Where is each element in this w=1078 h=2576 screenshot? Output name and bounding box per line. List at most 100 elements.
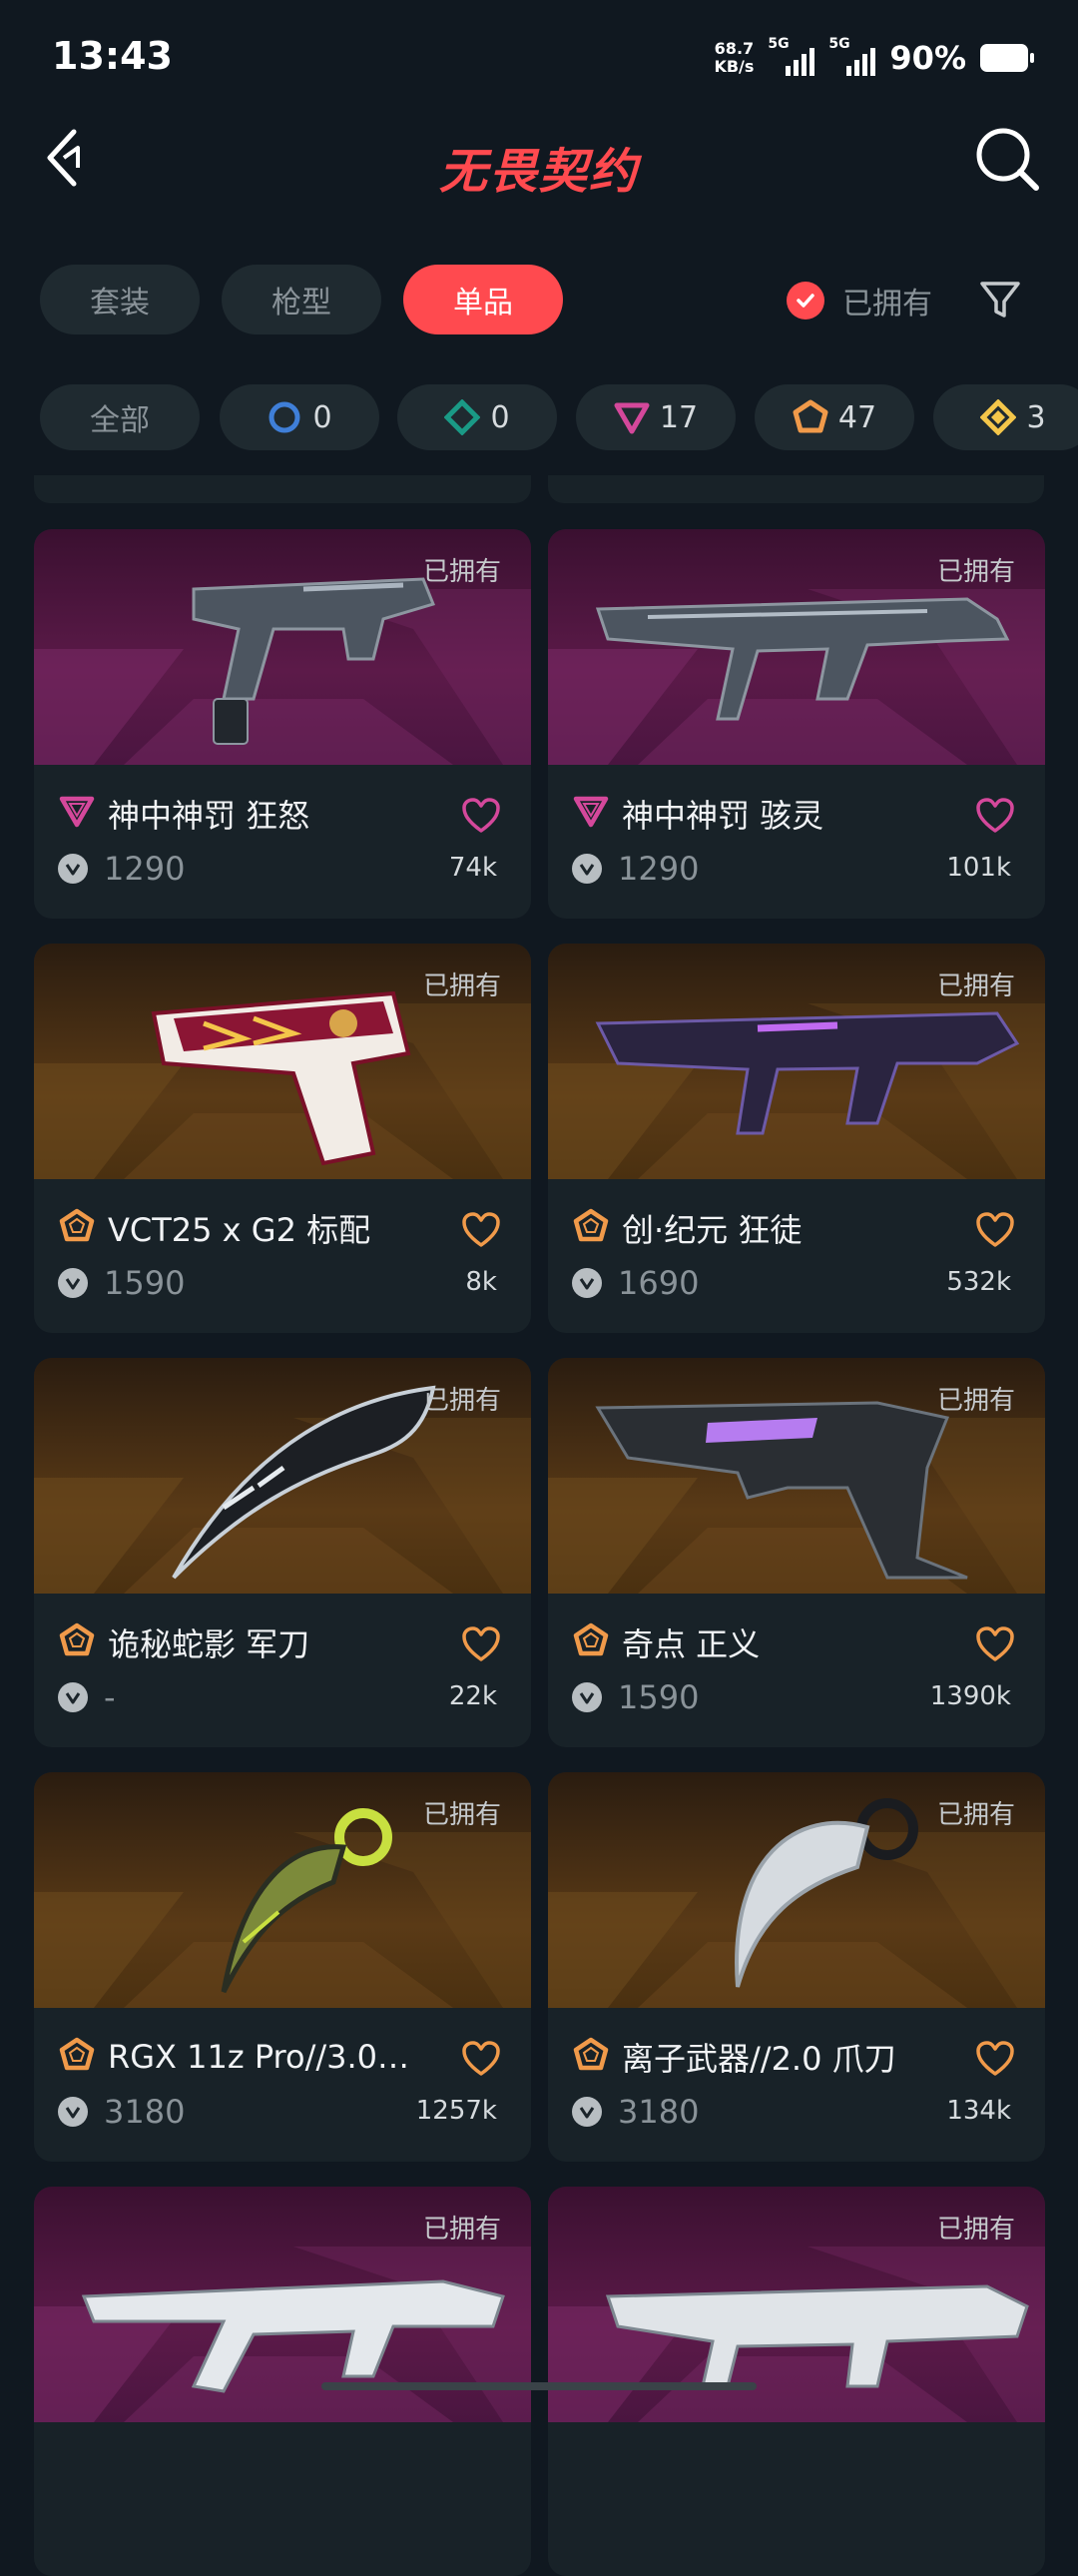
exclusive-tier-icon [58, 1621, 96, 1663]
item-price: 3180 [618, 2093, 700, 2131]
item-name-row: RGX 11z Pro//3.0… [58, 2034, 507, 2080]
chip-deluxe[interactable]: 0 [397, 384, 557, 450]
card-partial[interactable] [34, 475, 531, 503]
item-name: 神中神罚 骇灵 [622, 797, 824, 835]
item-name: VCT25 x G2 标配 [108, 1211, 371, 1249]
chip-exclusive[interactable]: 47 [755, 384, 914, 450]
tab-set[interactable]: 套装 [40, 265, 200, 334]
chip-premium[interactable]: 17 [576, 384, 736, 450]
item-artwork: 已拥有 [34, 529, 531, 765]
item-card[interactable]: 已拥有 神中神罚 狂怒 1290 74k [34, 529, 531, 919]
heart-icon[interactable] [975, 2040, 1015, 2078]
exclusive-tier-icon [793, 399, 828, 433]
like-count: 532k [946, 1267, 1011, 1297]
owned-badge: 已拥有 [422, 1386, 501, 1416]
owned-badge: 已拥有 [936, 2215, 1015, 2245]
like-count: 74k [448, 853, 497, 883]
owned-badge: 已拥有 [422, 2215, 501, 2245]
item-card[interactable]: 已拥有 诡秘蛇影 军刀 - 22k [34, 1358, 531, 1747]
owned-badge: 已拥有 [422, 557, 501, 587]
item-name: 离子武器//2.0 爪刀 [622, 2040, 896, 2078]
status-time: 13:43 [52, 34, 173, 78]
exclusive-tier-icon [572, 2036, 610, 2078]
item-name-row: 神中神罚 狂怒 [58, 791, 507, 837]
home-indicator[interactable] [321, 2382, 757, 2390]
owned-badge: 已拥有 [936, 1386, 1015, 1416]
item-card[interactable]: 已拥有 VCT25 x G2 标配 1590 8k [34, 944, 531, 1333]
exclusive-tier-icon [572, 1207, 610, 1249]
vp-currency-icon [58, 854, 88, 884]
item-card[interactable]: 已拥有 神中神罚 骇灵 1290 101k [548, 529, 1045, 919]
item-price-row: 3180 [572, 2092, 699, 2132]
item-card[interactable]: 已拥有 [34, 2187, 531, 2576]
item-price-row: - [58, 1677, 116, 1717]
category-tabs: 套装 枪型 单品 [40, 265, 563, 334]
item-card[interactable]: 已拥有 离子武器//2.0 爪刀 3180 134k [548, 1772, 1045, 2162]
tab-single-item[interactable]: 单品 [403, 265, 563, 334]
item-price: - [104, 1678, 116, 1716]
item-card[interactable]: 已拥有 [548, 2187, 1045, 2576]
status-bar: 13:43 68.7 KB/s 5G 5G 90% [0, 0, 1078, 110]
exclusive-tier-icon [572, 1621, 610, 1663]
vp-currency-icon [572, 854, 602, 884]
item-name: 神中神罚 狂怒 [108, 797, 310, 835]
vp-currency-icon [58, 1682, 88, 1712]
heart-icon[interactable] [461, 797, 501, 835]
item-price-row: 1290 [58, 849, 185, 889]
page-title: 无畏契约 [438, 144, 639, 200]
item-artwork: 已拥有 [548, 1358, 1045, 1594]
like-count: 22k [448, 1681, 497, 1711]
item-name-row: 创·纪元 狂徒 [572, 1205, 1021, 1251]
tab-weapon-type[interactable]: 枪型 [222, 265, 381, 334]
item-artwork: 已拥有 [548, 1772, 1045, 2008]
item-artwork: 已拥有 [548, 529, 1045, 765]
item-name: RGX 11z Pro//3.0… [108, 2038, 410, 2076]
chip-ultra[interactable]: 3 [933, 384, 1078, 450]
vp-currency-icon [572, 2097, 602, 2127]
heart-icon[interactable] [975, 1625, 1015, 1663]
vp-currency-icon [58, 1268, 88, 1298]
ultra-tier-icon [980, 399, 1017, 435]
heart-icon[interactable] [461, 1211, 501, 1249]
item-name-row: 神中神罚 骇灵 [572, 791, 1021, 837]
item-price: 1590 [104, 1264, 186, 1302]
item-price-row: 1590 [58, 1263, 185, 1303]
item-artwork: 已拥有 [34, 1772, 531, 2008]
item-price-row: 1690 [572, 1263, 699, 1303]
like-count: 101k [946, 853, 1011, 883]
item-artwork: 已拥有 [34, 1358, 531, 1594]
status-icons: 68.7 KB/s 5G 5G 90% [714, 36, 1034, 80]
item-name: 创·纪元 狂徒 [622, 1211, 803, 1249]
like-count: 1257k [415, 2096, 497, 2126]
item-card[interactable]: 已拥有 创·纪元 狂徒 1690 532k [548, 944, 1045, 1333]
heart-icon[interactable] [461, 2040, 501, 2078]
item-artwork: 已拥有 [548, 944, 1045, 1179]
owned-badge: 已拥有 [936, 971, 1015, 1001]
item-price: 1290 [618, 850, 700, 888]
chip-all[interactable]: 全部 [40, 384, 200, 450]
vp-currency-icon [58, 2097, 88, 2127]
item-name-row: 奇点 正义 [572, 1619, 1021, 1665]
owned-badge: 已拥有 [936, 1800, 1015, 1830]
item-price-row: 3180 [58, 2092, 185, 2132]
like-count: 8k [465, 1267, 497, 1297]
item-card[interactable]: 已拥有 RGX 11z Pro//3.0… 3180 1257k [34, 1772, 531, 2162]
heart-icon[interactable] [975, 1211, 1015, 1249]
like-count: 134k [946, 2096, 1011, 2126]
card-partial[interactable] [548, 475, 1044, 503]
search-icon[interactable] [970, 122, 1042, 194]
signal-icon: 5G [768, 36, 815, 76]
deluxe-tier-icon [444, 399, 481, 435]
owned-badge: 已拥有 [422, 971, 501, 1001]
owned-badge: 已拥有 [936, 557, 1015, 587]
tier-chips: 全部 0 0 17 47 3 [40, 384, 1078, 450]
heart-icon[interactable] [975, 797, 1015, 835]
chip-select[interactable]: 0 [220, 384, 379, 450]
item-card[interactable]: 已拥有 奇点 正义 1590 1390k [548, 1358, 1045, 1747]
owned-toggle[interactable]: 已拥有 [787, 275, 932, 326]
filter-icon[interactable] [976, 276, 1024, 323]
heart-icon[interactable] [461, 1625, 501, 1663]
item-price: 1590 [618, 1678, 700, 1716]
item-name: 诡秘蛇影 军刀 [108, 1625, 310, 1663]
select-tier-icon [269, 401, 300, 433]
